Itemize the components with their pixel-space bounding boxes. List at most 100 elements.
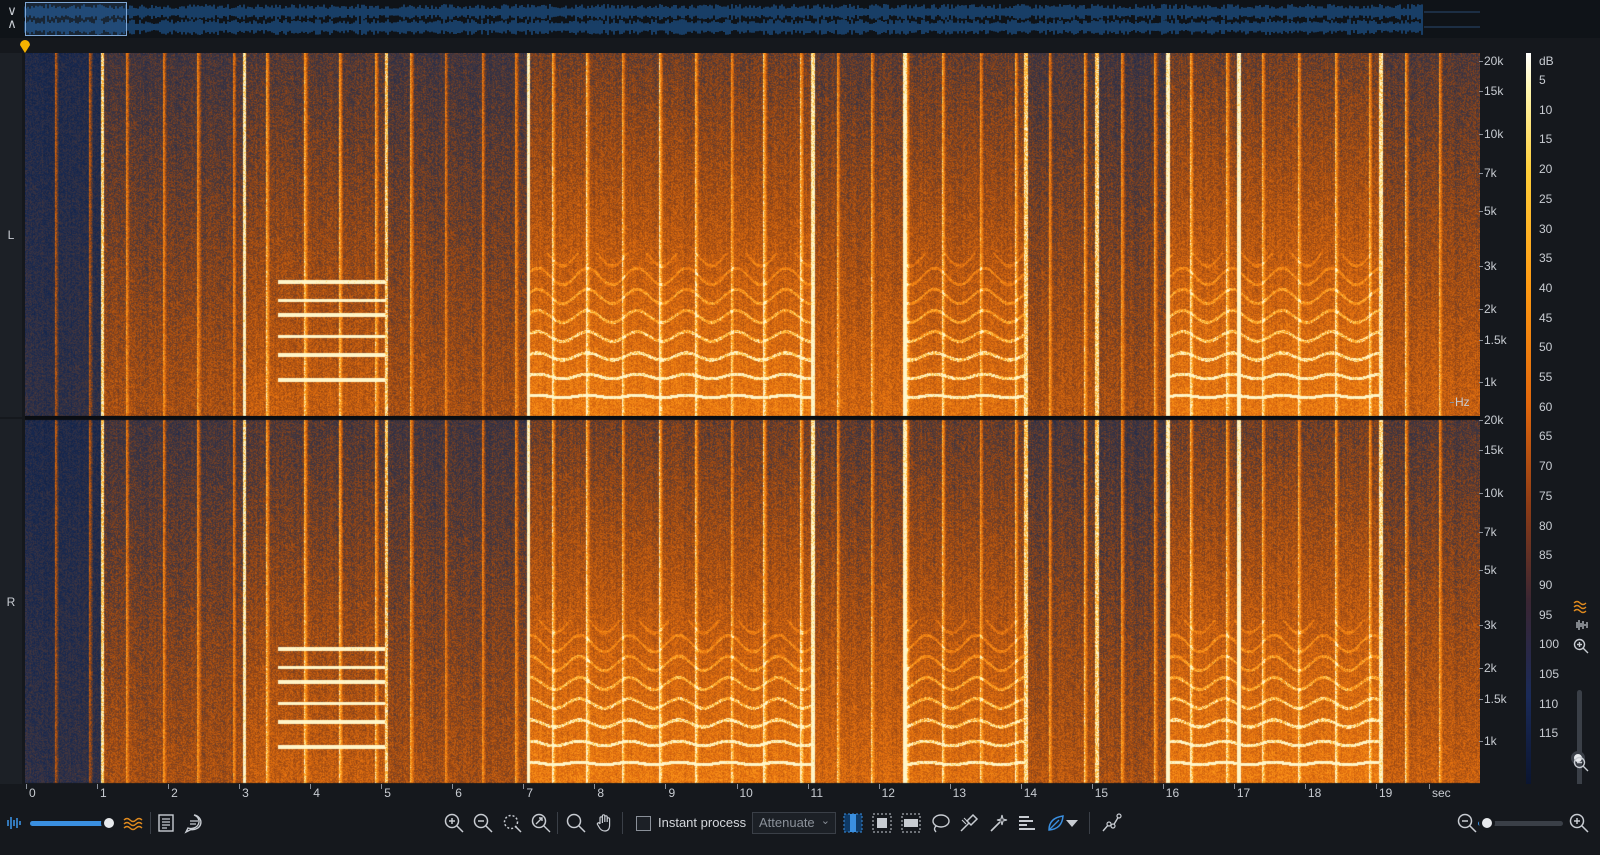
db-tick-label: 105 (1539, 667, 1560, 681)
notes-icon[interactable] (155, 812, 177, 834)
toolbar-separator (557, 812, 558, 834)
overview-strip[interactable]: ∨ ∧ (0, 0, 1600, 38)
chevron-down-icon: ⌄ (820, 815, 830, 827)
time-tick-label: 0 (26, 784, 36, 800)
time-tick-label: 18 (1304, 784, 1322, 800)
magic-wand-tool-icon[interactable] (987, 812, 1009, 834)
frequency-tick-label: 2k (1479, 661, 1497, 675)
comments-icon[interactable] (183, 812, 205, 834)
frequency-tick-label: 1k (1479, 375, 1497, 389)
horizontal-zoom-thumb[interactable] (1478, 815, 1495, 831)
db-tick-label: 100 (1539, 637, 1560, 652)
frequency-tick-label: 20k (1478, 413, 1504, 427)
spectrogram-icon[interactable] (1572, 597, 1590, 615)
playhead-marker-icon[interactable] (19, 39, 31, 53)
db-unit-label: dB (1539, 54, 1554, 68)
time-axis[interactable]: 0 1 2 3 4 5 6 7 8 9 10 11 12 13 14 15 16 17 18 19 sec (0, 784, 1600, 802)
time-tick-label: 15 (1091, 784, 1109, 800)
time-tick-label: 16 (1162, 784, 1180, 800)
channel-right-text: R (6, 594, 16, 609)
time-tick-label: 5 (381, 784, 391, 800)
db-tick-label: 115 (1539, 726, 1559, 741)
waveform-icon[interactable] (1572, 616, 1590, 634)
lasso-tool-icon[interactable] (929, 812, 951, 834)
instant-process-checkbox[interactable] (636, 816, 651, 831)
time-tick-label: 10 (736, 784, 753, 800)
frequency-tick-label: 10k (1478, 486, 1504, 500)
find-similar-dropdown-icon[interactable] (1064, 812, 1080, 834)
frequency-axis[interactable]: 20k 15k 10k 7k 5k 3k 2k 1.5k 1k 20k 15k 10k 7k 5k 3k 2k… (1450, 53, 1526, 784)
channel-label-right[interactable]: R (0, 419, 22, 784)
frequency-tick-label: 15k (1478, 84, 1504, 98)
zoom-out-icon[interactable] (472, 812, 494, 834)
frequency-tick-label: 2k (1479, 302, 1497, 316)
frequency-tick-label: 3k (1479, 618, 1497, 632)
overview-viewport[interactable] (25, 2, 127, 36)
time-tick-label: 13 (949, 784, 966, 800)
hand-tool-icon[interactable] (594, 812, 616, 834)
horizontal-zoom-out-icon[interactable] (1456, 812, 1478, 834)
blend-slider-fill (30, 821, 110, 826)
time-tick-label: 3 (239, 784, 249, 800)
time-tick-label: 4 (310, 784, 320, 800)
frequency-tick-label: 20k (1478, 54, 1504, 68)
brush-tool-icon[interactable] (958, 812, 980, 834)
time-tick-label: 1 (97, 784, 107, 800)
spectrogram-icon[interactable] (121, 812, 143, 834)
time-selection-tool-icon[interactable] (842, 812, 864, 834)
db-tick-label: 75 (1539, 488, 1553, 503)
frequency-tick-label: 5k (1479, 563, 1497, 577)
time-tick-label: 7 (523, 784, 534, 800)
db-tick-label: 25 (1539, 191, 1553, 206)
channel-label-left[interactable]: L (0, 53, 22, 417)
frequency-unit-label: Hz (1450, 395, 1470, 409)
db-scale[interactable]: dB 5 10 15 20 25 30 35 40 45 50 55 60 65 70 75 80 85 90 95… (1526, 53, 1600, 784)
zoom-selection-icon[interactable] (501, 812, 523, 834)
channel-left-text: L (7, 228, 15, 242)
frequency-tick-label: 1k (1479, 734, 1497, 748)
collapse-expand-icon[interactable]: ∨ ∧ (2, 4, 22, 34)
vertical-zoom-in-icon[interactable] (1572, 637, 1590, 655)
time-tick-label: 2 (168, 784, 178, 800)
db-tick-label: 80 (1539, 518, 1553, 533)
playhead-row[interactable] (0, 38, 1600, 53)
db-tick-label: 60 (1539, 399, 1553, 414)
instant-process-label[interactable]: Instant process (658, 815, 746, 830)
waveform-icon[interactable] (2, 812, 24, 834)
vertical-zoom-slider[interactable] (1577, 690, 1582, 790)
harmonic-selection-icon[interactable] (1016, 812, 1038, 834)
horizontal-zoom-in-icon[interactable] (1568, 812, 1590, 834)
frequency-tick-label: 3k (1479, 259, 1497, 273)
vertical-zoom-out-icon[interactable] (1572, 755, 1590, 773)
db-tick-label: 110 (1539, 696, 1559, 711)
toolbar-separator (1089, 812, 1090, 834)
blend-slider-thumb[interactable] (101, 815, 118, 831)
db-color-bar (1526, 53, 1531, 784)
db-tick-label: 65 (1539, 429, 1553, 444)
time-tick-label: 19 (1375, 784, 1393, 800)
mode-select-value: Attenuate (759, 815, 815, 830)
instant-process-mode-select[interactable]: Attenuate ⌄ (752, 812, 836, 834)
zoom-fit-icon[interactable] (530, 812, 552, 834)
time-tick-label: 8 (594, 784, 605, 800)
envelope-tool-icon[interactable] (1100, 812, 1122, 834)
frequency-tick-label: 1.5k (1479, 692, 1507, 706)
toolbar-separator (150, 812, 151, 834)
time-tick-label: 12 (878, 784, 895, 800)
time-tick-label: 17 (1233, 784, 1251, 800)
db-tick-label: 40 (1539, 280, 1553, 295)
time-tick-label: 11 (807, 784, 824, 800)
db-tick-label: 10 (1539, 102, 1553, 117)
db-tick-label: 55 (1539, 370, 1553, 384)
overview-waveform[interactable] (24, 2, 1480, 36)
rectangle-selection-tool-icon[interactable] (900, 812, 922, 834)
magnify-tool-icon[interactable] (565, 812, 587, 834)
frequency-tick-label: 15k (1478, 443, 1504, 457)
db-tick-label: 5 (1539, 73, 1546, 87)
zoom-in-icon[interactable] (443, 812, 465, 834)
bottom-toolbar: Instant process Attenuate ⌄ (0, 802, 1600, 855)
time-tick-label: 14 (1020, 784, 1038, 800)
db-tick-label: 20 (1539, 162, 1553, 177)
frequency-selection-tool-icon[interactable] (871, 812, 893, 834)
db-tick-label: 30 (1539, 221, 1553, 236)
